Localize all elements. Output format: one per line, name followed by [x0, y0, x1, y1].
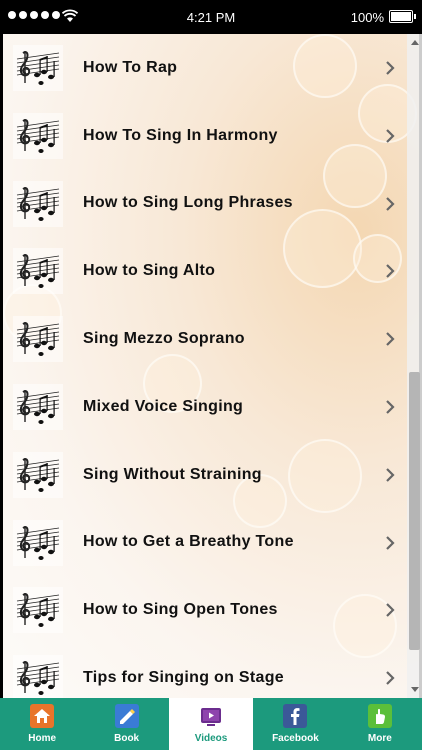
tab-label: Facebook — [272, 733, 319, 744]
chevron-right-icon — [383, 263, 397, 279]
list-item-label: How to Sing Alto — [83, 262, 216, 280]
list-item-label: How to Sing Long Phrases — [83, 194, 293, 212]
list-item[interactable]: How to Sing Long Phrases — [3, 170, 403, 238]
tab-home[interactable]: Home — [0, 698, 84, 750]
scroll-down-arrow-icon[interactable] — [411, 687, 419, 692]
tab-label: Videos — [194, 733, 228, 744]
list-item[interactable]: Sing Without Straining — [3, 441, 403, 509]
tab-label: Home — [28, 733, 57, 744]
treble-clef-icon — [13, 180, 63, 227]
chevron-right-icon — [383, 535, 397, 551]
content-area[interactable]: How To Rap How To Sing In Harmony How to S… — [3, 34, 419, 698]
list-item-label: How To Sing In Harmony — [83, 126, 278, 144]
list-item-label: Sing Without Straining — [83, 465, 262, 483]
list-item[interactable]: How to Sing Alto — [3, 237, 403, 305]
chevron-right-icon — [383, 602, 397, 618]
list-item-label: Tips for Singing on Stage — [83, 669, 284, 687]
chevron-right-icon — [383, 399, 397, 415]
facebook-icon — [283, 704, 308, 728]
scrollbar[interactable] — [407, 34, 422, 698]
treble-clef-icon — [13, 451, 63, 498]
status-bar: 4:21 PM 100% — [0, 0, 422, 34]
video-icon — [199, 704, 223, 728]
more-icon — [367, 704, 392, 728]
list-item-label: How to Sing Open Tones — [83, 601, 278, 619]
list-item[interactable]: Mixed Voice Singing — [3, 373, 403, 441]
tab-facebook[interactable]: Facebook — [253, 698, 337, 750]
tab-videos[interactable]: Videos — [168, 698, 254, 750]
list-item[interactable]: Sing Mezzo Soprano — [3, 305, 403, 373]
home-icon — [30, 704, 55, 728]
treble-clef-icon — [13, 316, 63, 363]
list-item[interactable]: How to Sing Open Tones — [3, 576, 403, 644]
list-item-label: Mixed Voice Singing — [83, 397, 244, 415]
treble-clef-icon — [13, 248, 63, 295]
list-item[interactable]: Tips for Singing on Stage — [3, 644, 403, 698]
scroll-up-arrow-icon[interactable] — [411, 40, 419, 45]
tab-label: More — [367, 733, 392, 744]
list-item[interactable]: How To Sing In Harmony — [3, 102, 403, 170]
video-list: How To Rap How To Sing In Harmony How to S… — [3, 34, 403, 698]
tab-label: Book — [114, 733, 140, 744]
treble-clef-icon — [13, 112, 63, 159]
treble-clef-icon — [13, 655, 63, 698]
tab-more[interactable]: More — [338, 698, 422, 750]
chevron-right-icon — [383, 331, 397, 347]
list-item-label: How to Get a Breathy Tone — [83, 533, 294, 551]
battery-percentage: 100% — [350, 10, 384, 25]
list-item[interactable]: How To Rap — [3, 34, 403, 102]
chevron-right-icon — [383, 467, 397, 483]
treble-clef-icon — [13, 383, 63, 430]
treble-clef-icon — [13, 587, 63, 634]
tab-bar: Home Book Videos Facebook More — [0, 698, 422, 750]
scrollbar-thumb[interactable] — [409, 372, 420, 650]
chevron-right-icon — [383, 128, 397, 144]
treble-clef-icon — [13, 519, 63, 566]
list-item-label: How To Rap — [83, 58, 178, 76]
tab-book[interactable]: Book — [84, 698, 168, 750]
chevron-right-icon — [383, 196, 397, 212]
list-item-label: Sing Mezzo Soprano — [83, 330, 245, 348]
battery-icon — [389, 10, 416, 23]
treble-clef-icon — [13, 45, 63, 91]
chevron-right-icon — [383, 60, 397, 76]
chevron-right-icon — [383, 670, 397, 686]
book-icon — [114, 704, 139, 728]
list-item[interactable]: How to Get a Breathy Tone — [3, 509, 403, 577]
